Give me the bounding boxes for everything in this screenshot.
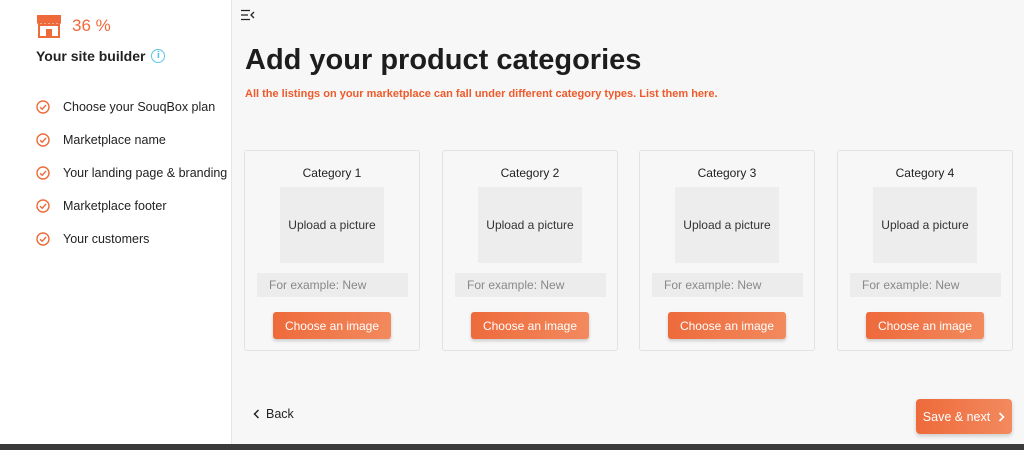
category-title: Category 1	[302, 166, 362, 180]
category-title: Category 4	[895, 166, 955, 180]
step-label: Marketplace footer	[63, 198, 167, 213]
step-item-landing-page[interactable]: Your landing page & branding	[36, 156, 227, 189]
choose-image-button[interactable]: Choose an image	[273, 312, 391, 339]
page-subtitle: All the listings on your marketplace can…	[245, 88, 718, 100]
check-circle-icon	[36, 231, 50, 246]
bottom-edge-bar	[0, 444, 1024, 450]
builder-steps: Choose your SouqBox plan Marketplace nam…	[36, 90, 227, 255]
info-icon[interactable]: i	[151, 49, 166, 63]
check-circle-icon	[36, 132, 50, 147]
back-button[interactable]: Back	[253, 407, 294, 421]
step-label: Your landing page & branding	[63, 165, 228, 180]
step-item-marketplace-name[interactable]: Marketplace name	[36, 123, 227, 156]
category-name-input[interactable]	[257, 273, 408, 297]
category-name-input[interactable]	[652, 273, 803, 297]
step-item-customers[interactable]: Your customers	[36, 222, 227, 255]
chevron-left-icon	[253, 409, 260, 419]
category-name-input[interactable]	[850, 273, 1001, 297]
back-label: Back	[266, 407, 294, 421]
category-card-4: Category 4 Upload a picture Choose an im…	[837, 150, 1013, 351]
category-title: Category 3	[697, 166, 757, 180]
check-circle-icon	[36, 198, 50, 213]
step-label: Your customers	[63, 231, 150, 246]
site-builder-title-text: Your site builder	[36, 48, 146, 64]
check-circle-icon	[36, 165, 50, 180]
progress-indicator: 36 %	[36, 14, 111, 38]
upload-picture-area[interactable]: Upload a picture	[280, 187, 384, 263]
step-item-footer[interactable]: Marketplace footer	[36, 189, 227, 222]
save-and-next-button[interactable]: Save & next	[916, 399, 1012, 434]
choose-image-button[interactable]: Choose an image	[668, 312, 786, 339]
collapse-menu-icon[interactable]	[241, 9, 255, 21]
step-label: Choose your SouqBox plan	[63, 99, 216, 114]
category-name-input[interactable]	[455, 273, 606, 297]
choose-image-button[interactable]: Choose an image	[866, 312, 984, 339]
upload-picture-area[interactable]: Upload a picture	[675, 187, 779, 263]
save-and-next-label: Save & next	[922, 409, 991, 424]
chevron-right-icon	[999, 411, 1005, 422]
progress-percent: 36 %	[72, 16, 111, 35]
upload-picture-area[interactable]: Upload a picture	[873, 187, 977, 263]
category-card-3: Category 3 Upload a picture Choose an im…	[639, 150, 815, 351]
step-item-plan[interactable]: Choose your SouqBox plan	[36, 90, 227, 123]
page-title: Add your product categories	[245, 44, 642, 76]
category-card-1: Category 1 Upload a picture Choose an im…	[244, 150, 420, 351]
site-builder-title: Your site builder i	[36, 48, 166, 64]
upload-picture-area[interactable]: Upload a picture	[478, 187, 582, 263]
step-label: Marketplace name	[63, 132, 166, 147]
choose-image-button[interactable]: Choose an image	[471, 312, 589, 339]
check-circle-icon	[36, 99, 50, 114]
sidebar: 36 % Your site builder i Choose your Sou…	[0, 0, 232, 444]
category-title: Category 2	[500, 166, 560, 180]
store-icon	[37, 15, 61, 38]
category-card-2: Category 2 Upload a picture Choose an im…	[442, 150, 618, 351]
